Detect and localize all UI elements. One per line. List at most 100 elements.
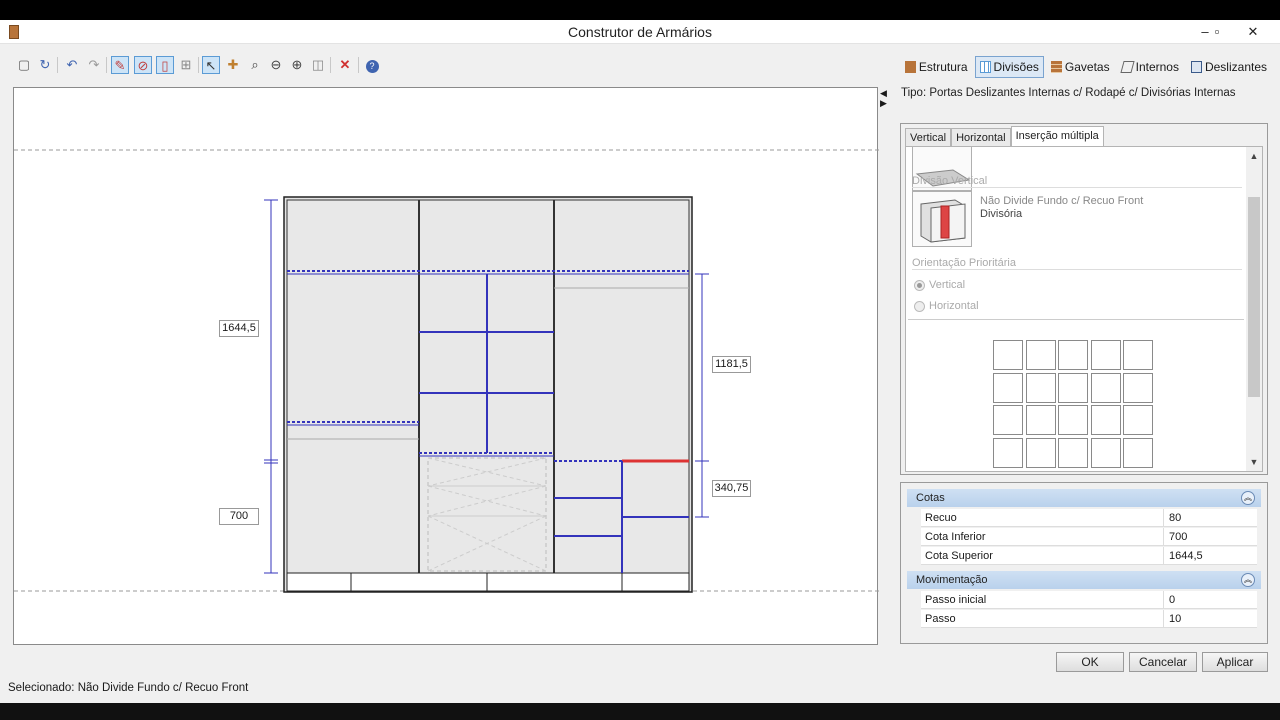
section-title: Movimentação (916, 574, 988, 586)
mode-divisoes[interactable]: Divisões (974, 56, 1044, 78)
collapse-chevron-icon[interactable]: ︽ (1241, 491, 1255, 505)
grid-cell[interactable] (1090, 372, 1121, 403)
tab-horizontal[interactable]: Horizontal (951, 128, 1011, 147)
mode-internos[interactable]: Internos (1117, 56, 1184, 78)
frame-icon[interactable]: ◫ (309, 56, 327, 74)
grid-cell[interactable] (1058, 405, 1088, 435)
grid-cell[interactable] (1123, 405, 1153, 435)
mode-deslizantes[interactable]: Deslizantes (1186, 56, 1272, 78)
close-button[interactable]: ✕ (1238, 22, 1268, 42)
mode-estrutura[interactable]: Estrutura (900, 56, 973, 78)
tab-row: Vertical Horizontal Inserção múltipla (905, 126, 1104, 147)
dimension-label-lower[interactable]: 700 (219, 508, 259, 525)
grid-cell[interactable] (993, 372, 1023, 403)
dimension-label-right-lower[interactable]: 340,75 (712, 480, 751, 497)
zoom-out-icon[interactable]: ⊖ (267, 56, 285, 74)
grid-cell[interactable] (1025, 340, 1056, 370)
refresh-icon[interactable]: ↻ (36, 56, 54, 74)
grid-cell[interactable] (1123, 437, 1153, 468)
new-icon[interactable]: ▢ (15, 56, 33, 74)
property-key: Passo inicial (925, 594, 987, 606)
property-value[interactable]: 700 (1169, 528, 1187, 546)
property-row[interactable]: Passo 10 (921, 610, 1257, 628)
edit-shelf-icon[interactable]: ⊘ (134, 56, 152, 74)
scroll-down-icon[interactable]: ▼ (1246, 455, 1262, 469)
tab-scrollbar[interactable]: ▲ ▼ (1246, 147, 1262, 471)
tab-insercao-multipla[interactable]: Inserção múltipla (1010, 126, 1104, 147)
tab-vertical[interactable]: Vertical (905, 128, 952, 147)
window-title: Construtor de Armários (568, 24, 712, 40)
dimension-label-total[interactable]: 1644,5 (219, 320, 259, 337)
edit-door-icon[interactable]: ▯ (156, 56, 174, 74)
toolbar-separator (57, 57, 58, 73)
zoom-fit-icon[interactable]: ⌕ (246, 56, 264, 74)
grid-cell[interactable] (1025, 437, 1056, 468)
grid-icon[interactable]: ⊞ (177, 56, 195, 74)
radio-vertical[interactable]: Vertical (914, 279, 965, 291)
delete-icon[interactable]: ✕ (336, 56, 354, 74)
dimension-label-right-upper[interactable]: 1181,5 (712, 356, 751, 373)
zoom-in-icon[interactable]: ⊕ (288, 56, 306, 74)
property-divider (1163, 528, 1164, 546)
design-canvas[interactable]: 1644,5 700 1181,5 340,75 (13, 87, 879, 645)
property-key: Cota Superior (925, 550, 993, 562)
division-item-thumbnail[interactable] (912, 191, 972, 247)
property-row[interactable]: Passo inicial 0 (921, 591, 1257, 609)
group-separator (912, 269, 1242, 270)
undo-icon[interactable]: ↶ (63, 56, 81, 74)
title-bar: Construtor de Armários – ▫ ✕ (0, 20, 1280, 44)
help-icon[interactable]: ? (363, 56, 381, 74)
cabinet-icon (904, 61, 916, 73)
ok-button[interactable]: OK (1056, 652, 1124, 672)
radio-horizontal[interactable]: Horizontal (914, 300, 979, 312)
grid-cell[interactable] (1090, 340, 1121, 370)
redo-icon[interactable]: ↷ (85, 56, 103, 74)
collapse-chevron-icon[interactable]: ︽ (1241, 573, 1255, 587)
scroll-thumb[interactable] (1248, 197, 1260, 397)
internals-icon (1120, 61, 1135, 73)
toolbar-separator (198, 57, 199, 73)
movimentacao-section-header[interactable]: Movimentação ︽ (907, 571, 1261, 589)
grid-cell[interactable] (993, 340, 1023, 370)
maximize-button[interactable]: ▫ (1202, 22, 1232, 42)
taskbar (0, 703, 1280, 720)
property-value[interactable]: 1644,5 (1169, 547, 1203, 565)
collapse-panel-icon[interactable]: ◀ ▶ (880, 88, 888, 108)
grid-cell[interactable] (1025, 372, 1056, 403)
grid-cell[interactable] (1123, 340, 1153, 370)
group-separator (912, 187, 1242, 188)
property-divider (1163, 547, 1164, 565)
edit-division-icon[interactable]: ✎ (111, 56, 129, 74)
property-row[interactable]: Cota Superior 1644,5 (921, 547, 1257, 565)
property-row[interactable]: Recuo 80 (921, 509, 1257, 527)
mode-gavetas[interactable]: Gavetas (1046, 56, 1115, 78)
radio-dot-checked (914, 279, 925, 291)
orientacao-group: Orientação Prioritária (912, 257, 1016, 269)
grid-cell[interactable] (1123, 372, 1153, 403)
grid-cell[interactable] (1090, 405, 1121, 435)
property-value[interactable]: 0 (1169, 591, 1175, 609)
pointer-icon[interactable]: ↖ (202, 56, 220, 74)
section-title: Cotas (916, 492, 945, 504)
scroll-up-icon[interactable]: ▲ (1246, 149, 1262, 163)
grid-cell[interactable] (1090, 437, 1121, 468)
grid-cell[interactable] (993, 405, 1023, 435)
grid-cell[interactable] (1025, 405, 1056, 435)
grid-cell[interactable] (1058, 372, 1088, 403)
grid-cell[interactable] (993, 437, 1023, 468)
property-value[interactable]: 10 (1169, 610, 1181, 628)
tipo-label: Tipo: Portas Deslizantes Internas c/ Rod… (901, 87, 1236, 99)
plinth (286, 572, 690, 592)
property-divider (1163, 509, 1164, 527)
property-value[interactable]: 80 (1169, 509, 1181, 527)
cancel-button[interactable]: Cancelar (1129, 652, 1197, 672)
toolbar-separator (106, 57, 107, 73)
apply-button[interactable]: Aplicar (1202, 652, 1268, 672)
grid-cell[interactable] (1058, 340, 1088, 370)
property-key: Recuo (925, 512, 957, 524)
add-icon[interactable]: ✚ (224, 56, 242, 74)
property-divider (1163, 610, 1164, 628)
grid-cell[interactable] (1058, 437, 1088, 468)
cotas-section-header[interactable]: Cotas ︽ (907, 489, 1261, 507)
property-row[interactable]: Cota Inferior 700 (921, 528, 1257, 546)
